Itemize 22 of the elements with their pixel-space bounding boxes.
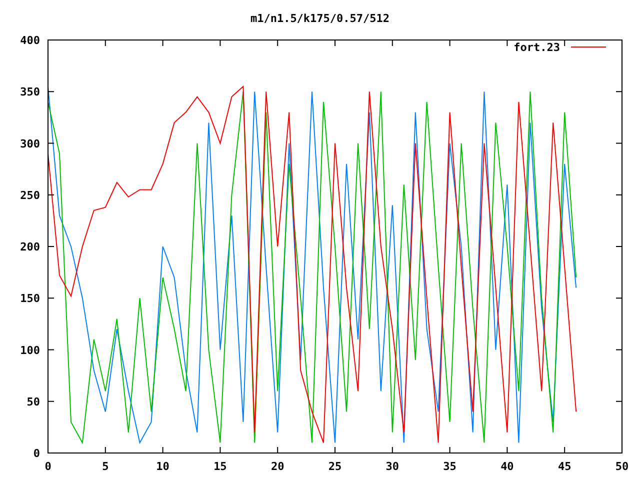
legend-label: fort.23 [514, 41, 560, 54]
y-tick-label: 400 [20, 34, 40, 47]
x-tick-label: 25 [328, 460, 342, 473]
y-tick-label: 100 [20, 344, 40, 357]
y-tick-label: 250 [20, 188, 40, 202]
x-tick-label: 50 [615, 460, 629, 473]
x-tick-label: 45 [558, 460, 572, 473]
x-tick-label: 35 [443, 460, 456, 473]
x-tick-label: 30 [386, 460, 400, 473]
x-tick-label: 10 [156, 460, 170, 473]
y-tick-label: 150 [20, 292, 40, 306]
x-tick-label: 0 [44, 460, 52, 473]
y-tick-label: 300 [20, 137, 40, 150]
chart-title: m1/n1.5/k175/0.57/512 [250, 12, 390, 25]
y-tick-label: 200 [20, 240, 40, 254]
x-tick-label: 5 [102, 460, 109, 473]
y-tick-label: 0 [33, 447, 40, 460]
x-tick-label: 40 [500, 460, 514, 473]
x-tick-label: 20 [270, 460, 284, 473]
x-tick-label: 15 [214, 460, 227, 473]
y-tick-label: 350 [20, 86, 40, 99]
y-tick-label: 50 [26, 395, 40, 408]
